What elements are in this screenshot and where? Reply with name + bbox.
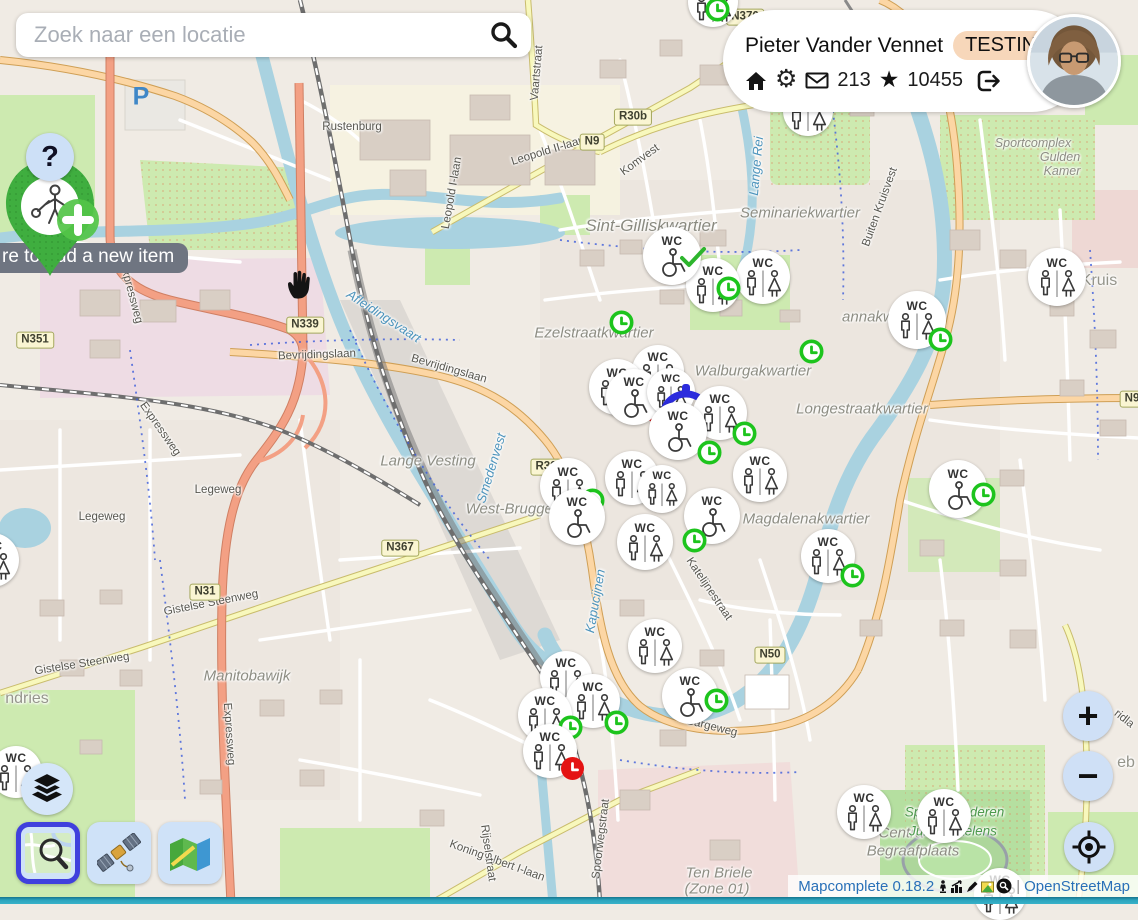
changesets-star-icon: ★ [879, 68, 900, 91]
search-icon[interactable] [489, 20, 519, 50]
wc-marker[interactable]: WC [837, 785, 891, 839]
wc-marker[interactable]: WC [643, 227, 701, 285]
statistics-chart-icon[interactable] [950, 880, 964, 893]
wc-marker[interactable]: WC [888, 291, 946, 349]
pencil-icon[interactable] [966, 880, 979, 893]
clock-badge[interactable] [681, 527, 708, 554]
layers-button[interactable] [21, 763, 73, 815]
marker-wc-label: WC [1047, 257, 1068, 269]
marker-wc-label: WC [907, 300, 928, 312]
basemap-switcher [16, 822, 222, 884]
search-input[interactable] [32, 21, 489, 49]
wc-marker[interactable]: WC [917, 789, 971, 843]
wc-marker[interactable]: WC [0, 533, 19, 587]
marker-wc-label: WC [854, 792, 875, 804]
clock-badge[interactable] [798, 338, 825, 365]
wc-marker[interactable]: WC [662, 668, 718, 724]
marker-wc-label: WC [710, 393, 731, 405]
wc-marker[interactable]: WC [1028, 248, 1086, 306]
marker-wc-label: WC [535, 695, 556, 707]
attribution-separator: | [1016, 878, 1020, 895]
wc-marker[interactable]: WC [628, 619, 682, 673]
marker-wc-label: WC [702, 495, 723, 507]
marker-wc-label: WC [948, 468, 969, 480]
marker-wc-label: WC [661, 374, 680, 385]
marker-wc-label: WC [567, 496, 588, 508]
marker-wc-label: WC [753, 257, 774, 269]
wc-marker[interactable]: WC [638, 465, 686, 513]
marker-wc-label: WC [818, 536, 839, 548]
poi-markers-layer: WC WC WC WC WC WC WC WC WC WC WC WC WC WC WC WC WC WC WC WC… [0, 0, 1138, 904]
basemap-osm-button[interactable] [16, 822, 80, 884]
wc-marker[interactable]: WC [566, 674, 620, 728]
osm-magnifier-icon [25, 833, 71, 873]
marker-wc-label: WC [668, 410, 689, 422]
marker-wc-label: WC [662, 235, 683, 247]
folded-map-icon [167, 835, 213, 871]
user-name: Pieter Vander Vennet [745, 34, 943, 58]
basemap-map-button[interactable] [158, 822, 222, 884]
geolocate-button[interactable] [1064, 822, 1114, 872]
satellite-icon [97, 833, 141, 873]
marker-wc-label: WC [624, 376, 645, 388]
help-button[interactable]: ? [26, 133, 74, 181]
wc-marker[interactable]: WC [688, 0, 738, 27]
marker-wc-label: WC [0, 540, 3, 552]
marker-wc-label: WC [648, 351, 669, 363]
messages-envelope-icon[interactable] [805, 72, 829, 89]
marker-wc-label: WC [703, 265, 724, 277]
wc-marker[interactable]: WC [929, 460, 987, 518]
wc-marker[interactable]: WC [736, 250, 790, 304]
marker-wc-label: WC [652, 471, 671, 482]
marker-wc-label: WC [540, 731, 561, 743]
zoom-out-button[interactable]: − [1063, 751, 1113, 801]
wc-marker[interactable]: WC [649, 402, 707, 460]
marker-wc-label: WC [680, 675, 701, 687]
marker-wc-label: WC [750, 455, 771, 467]
wc-marker[interactable]: WC [523, 724, 577, 778]
wc-marker[interactable]: WC [617, 514, 673, 570]
changesets-count: 10455 [907, 69, 963, 92]
bottom-accent-bar [0, 897, 1138, 904]
wc-marker[interactable]: WC [733, 448, 787, 502]
clock-badge[interactable] [608, 309, 635, 336]
crosshair-icon [1071, 829, 1107, 865]
theme-logo-icon [981, 880, 994, 893]
clock-badge [696, 439, 723, 466]
basemap-satellite-button[interactable] [87, 822, 151, 884]
attribution-icons [938, 878, 1012, 894]
marker-wc-label: WC [645, 626, 666, 638]
attribution-bar: Mapcomplete 0.18.2 | OpenStreetMap [788, 875, 1138, 897]
openstreetmap-link[interactable]: OpenStreetMap [1024, 878, 1130, 895]
settings-gear-icon[interactable]: ⚙ [775, 67, 797, 92]
wc-marker[interactable]: WC [549, 489, 605, 545]
marker-wc-label: WC [622, 458, 643, 470]
avatar[interactable] [1027, 14, 1121, 108]
zoom-in-button[interactable]: + [1063, 691, 1113, 741]
marker-wc-label: WC [558, 466, 579, 478]
add-plus-icon[interactable] [57, 199, 99, 241]
mapcomplete-version-link[interactable]: Mapcomplete 0.18.2 [798, 878, 934, 895]
marker-wc-label: WC [556, 657, 577, 669]
messages-count: 213 [837, 69, 870, 92]
osm-logo-icon[interactable] [996, 878, 1012, 894]
logout-icon[interactable] [977, 70, 1001, 92]
home-icon[interactable] [745, 71, 767, 91]
layers-icon [30, 773, 64, 805]
marker-wc-label: WC [934, 796, 955, 808]
marker-wc-label: WC [583, 681, 604, 693]
marker-wc-label: WC [635, 522, 656, 534]
wc-marker[interactable]: WC [801, 529, 855, 583]
search-bar[interactable] [16, 13, 531, 57]
statue-icon[interactable] [938, 880, 948, 893]
marker-wc-label: WC [6, 752, 27, 764]
